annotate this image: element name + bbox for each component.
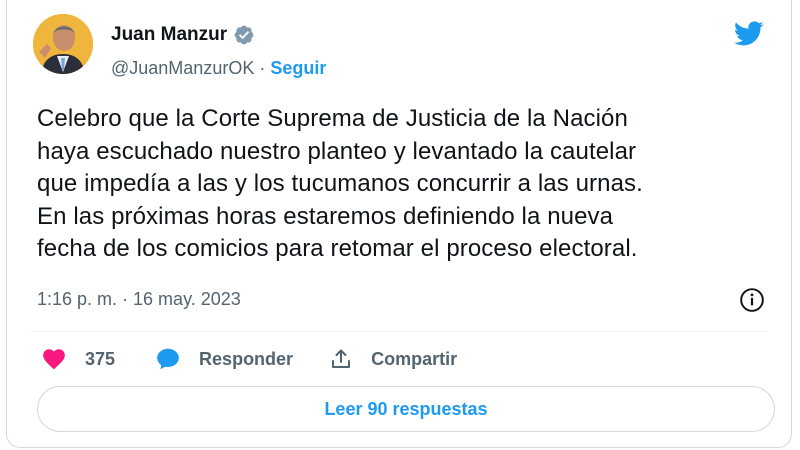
share-upload-icon [329,347,353,371]
share-label: Compartir [371,348,458,369]
read-replies-label: Leer 90 respuestas [324,398,488,419]
action-bar: 375 Responder Compartir [41,344,457,374]
heart-icon [41,346,67,372]
verified-badge-icon [233,24,255,46]
tweet-timestamp[interactable]: 1:16 p. m. · 16 may. 2023 [37,289,241,310]
avatar[interactable] [33,14,93,74]
tweet-text: Celebro que la Corte Suprema de Justicia… [37,105,643,262]
speech-bubble-icon [155,346,181,372]
divider [31,331,767,332]
author-name[interactable]: Juan Manzur [111,24,227,46]
reply-button[interactable]: Responder [155,346,293,372]
twitter-bird-icon[interactable] [731,18,767,48]
handle-row: @JuanManzurOK · Seguir [111,58,326,79]
follow-button[interactable]: Seguir [270,58,326,78]
like-count: 375 [85,348,116,369]
info-icon[interactable] [739,287,765,313]
tweet-card: Juan Manzur @JuanManzurOK · Seguir Celeb… [6,0,792,448]
handle-separator: · [254,58,271,78]
share-button[interactable]: Compartir [329,347,457,371]
read-replies-button[interactable]: Leer 90 respuestas [37,386,775,432]
like-button[interactable]: 375 [41,346,115,372]
author-name-row[interactable]: Juan Manzur [111,24,255,46]
reply-label: Responder [199,348,294,369]
author-handle[interactable]: @JuanManzurOK [111,58,254,78]
